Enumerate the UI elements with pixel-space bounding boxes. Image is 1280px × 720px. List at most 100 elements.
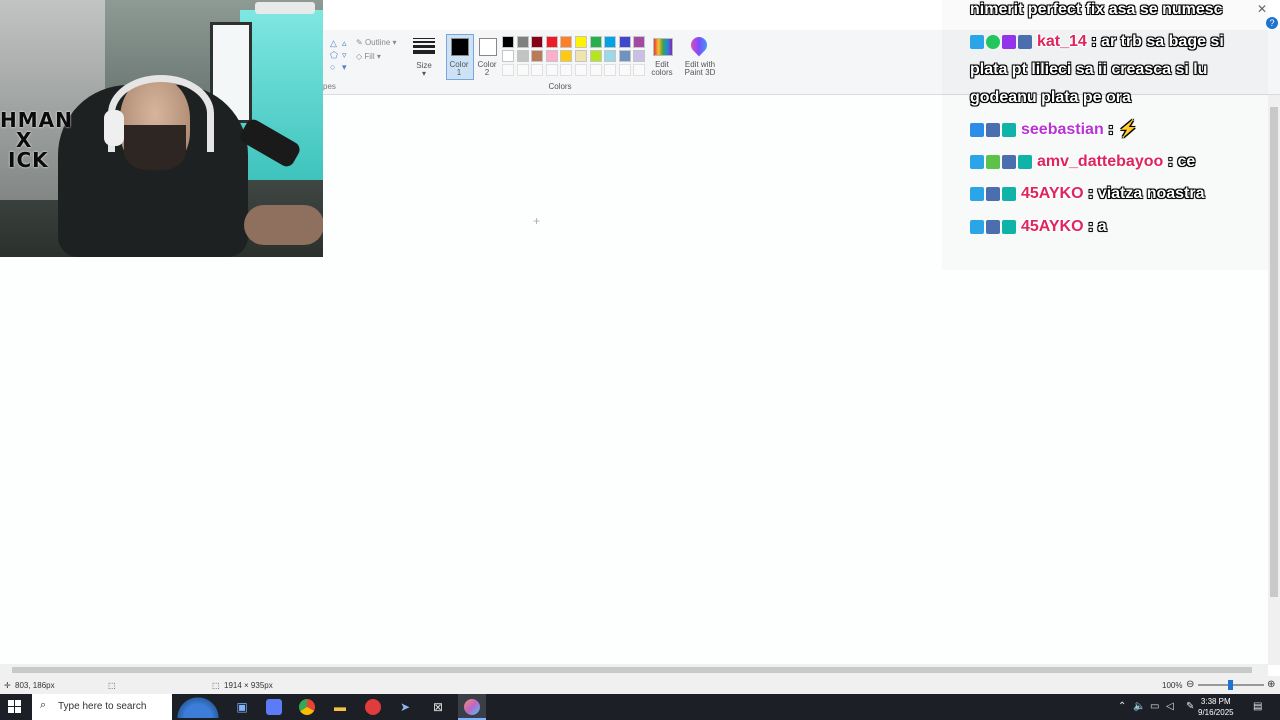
color-swatch[interactable] xyxy=(633,50,646,62)
color-swatch[interactable] xyxy=(575,50,587,62)
triangle-shape-icon[interactable]: △ xyxy=(330,38,337,49)
color-swatch[interactable] xyxy=(604,36,617,48)
custom-color-swatch[interactable] xyxy=(604,64,617,76)
steam-icon[interactable]: ➤ xyxy=(397,699,413,715)
chrome-icon[interactable] xyxy=(299,699,315,715)
chat-message-text: : ce xyxy=(1167,153,1196,171)
triangle-right-shape-icon[interactable]: ▵ xyxy=(342,38,347,49)
edit-colors-sub[interactable]: colors xyxy=(646,68,678,77)
shapes-more-icon[interactable]: ▾ xyxy=(342,62,347,73)
chevron-down-icon: ▾ xyxy=(421,69,426,78)
user-badges xyxy=(970,213,1018,241)
color-swatch[interactable] xyxy=(589,36,602,48)
chat-message: seebastian : ⚡ xyxy=(970,116,1265,144)
gc-badge-icon xyxy=(1002,186,1016,201)
chat-message-text: : a xyxy=(1088,218,1107,236)
fill-button[interactable]: ◇ Fill ▾ xyxy=(356,52,381,61)
user-badges xyxy=(970,180,1018,208)
search-placeholder: Type here to search xyxy=(58,701,147,712)
color-swatch[interactable] xyxy=(502,36,514,48)
file-explorer-icon[interactable]: ▬ xyxy=(332,699,348,715)
taskbar-search[interactable]: ⌕ Type here to search xyxy=(32,694,172,720)
xbox-icon[interactable]: ⊠ xyxy=(430,699,446,715)
network-icon[interactable]: ▭ xyxy=(1150,701,1159,712)
outline-button[interactable]: ✎ Outline ▾ xyxy=(356,38,397,47)
color-swatch[interactable] xyxy=(516,50,529,62)
bot-badge-icon xyxy=(1002,154,1016,169)
canvas-size: 1914 × 935px xyxy=(224,681,273,690)
color1-swatch xyxy=(451,38,469,56)
chat-message: amv_dattebayoo : ce xyxy=(970,148,1265,176)
windows-start-icon[interactable] xyxy=(8,700,22,714)
zoom-in-button[interactable]: ⊕ xyxy=(1267,679,1275,690)
color2-button[interactable] xyxy=(479,38,497,56)
custom-color-swatch[interactable] xyxy=(545,64,558,76)
copilot-icon[interactable] xyxy=(266,699,282,715)
color-swatch[interactable] xyxy=(560,50,573,62)
color-swatch[interactable] xyxy=(618,36,631,48)
color-swatch[interactable] xyxy=(531,36,544,48)
size-button[interactable]: Size ▾ xyxy=(410,34,438,78)
color-swatch[interactable] xyxy=(618,50,631,62)
speech-bubble-shape-icon[interactable]: ○ xyxy=(330,62,335,72)
task-view-icon[interactable]: ▣ xyxy=(234,699,250,715)
help-icon[interactable]: ? xyxy=(1266,17,1278,29)
color-swatch[interactable] xyxy=(502,50,514,62)
pencil-badge-icon xyxy=(970,219,984,234)
color-swatch[interactable] xyxy=(575,36,587,48)
news-widget-icon[interactable] xyxy=(172,696,224,718)
color-swatch[interactable] xyxy=(633,36,646,48)
emote-icon: ⚡ xyxy=(1117,121,1138,139)
vertical-scroll-thumb[interactable] xyxy=(1270,107,1278,597)
arrow-shape-icon[interactable]: ▿ xyxy=(342,50,347,61)
poster-text: HMAN X ICK xyxy=(0,108,73,172)
chat-message: nimerit perfect fix asa se numesc xyxy=(970,0,1265,24)
color-swatch[interactable] xyxy=(560,36,573,48)
notifications-icon[interactable]: ▤ xyxy=(1253,701,1262,712)
custom-color-swatch[interactable] xyxy=(516,64,529,76)
paint3d-sub[interactable]: Paint 3D xyxy=(680,68,720,77)
pen-icon[interactable]: ✎ xyxy=(1186,701,1194,712)
edit-colors-icon[interactable] xyxy=(653,38,673,56)
custom-color-swatch[interactable] xyxy=(589,64,602,76)
custom-color-swatch[interactable] xyxy=(502,64,514,76)
bot-badge-icon xyxy=(986,219,1000,234)
clock[interactable]: 3:38 PM 9/16/2025 xyxy=(1198,696,1234,718)
opera-icon[interactable] xyxy=(365,699,381,715)
bot-badge-icon xyxy=(1018,34,1032,49)
color-swatch[interactable] xyxy=(531,50,544,62)
tray-overflow-icon[interactable]: ⌃ xyxy=(1118,701,1126,712)
air-conditioner xyxy=(255,2,315,14)
headphone-cup xyxy=(104,110,124,146)
chat-username: amv_dattebayoo xyxy=(1037,153,1164,171)
color-swatch[interactable] xyxy=(516,36,529,48)
chat-username: kat_14 xyxy=(1037,33,1087,51)
vertical-scrollbar[interactable] xyxy=(1268,95,1280,665)
zoom-out-button[interactable]: ⊖ xyxy=(1186,679,1194,690)
selection-icon: ⬚ xyxy=(108,681,116,690)
pencil-badge-icon xyxy=(970,34,984,49)
volume-icon[interactable]: ◁ xyxy=(1166,701,1174,712)
zoom-level: 100% xyxy=(1162,681,1183,690)
pentagon-shape-icon[interactable]: ⬠ xyxy=(330,50,338,61)
bot-badge-icon xyxy=(986,186,1000,201)
color1-sub: 1 xyxy=(456,68,462,77)
speaker-icon[interactable]: 🔈 xyxy=(1133,701,1145,712)
canvas-size-icon: ⬚ xyxy=(212,681,220,690)
horizontal-scrollbar[interactable] xyxy=(0,664,1268,676)
color-swatch[interactable] xyxy=(604,50,617,62)
chat-message-text: nimerit perfect fix asa se numesc xyxy=(970,1,1223,18)
color-swatch[interactable] xyxy=(545,36,558,48)
cursor-position: 803, 186px xyxy=(15,681,55,690)
custom-color-swatch[interactable] xyxy=(531,64,544,76)
custom-color-swatch[interactable] xyxy=(560,64,573,76)
custom-color-swatch[interactable] xyxy=(633,64,646,76)
custom-color-swatch[interactable] xyxy=(618,64,631,76)
chat-username: 45AYKO xyxy=(1021,185,1084,203)
color-swatch[interactable] xyxy=(545,50,558,62)
chat-message: 45AYKO : a xyxy=(970,213,1265,241)
horizontal-scroll-thumb[interactable] xyxy=(12,667,1252,673)
color-swatch[interactable] xyxy=(589,50,602,62)
zoom-slider-thumb[interactable] xyxy=(1228,680,1233,690)
custom-color-swatch[interactable] xyxy=(575,64,587,76)
